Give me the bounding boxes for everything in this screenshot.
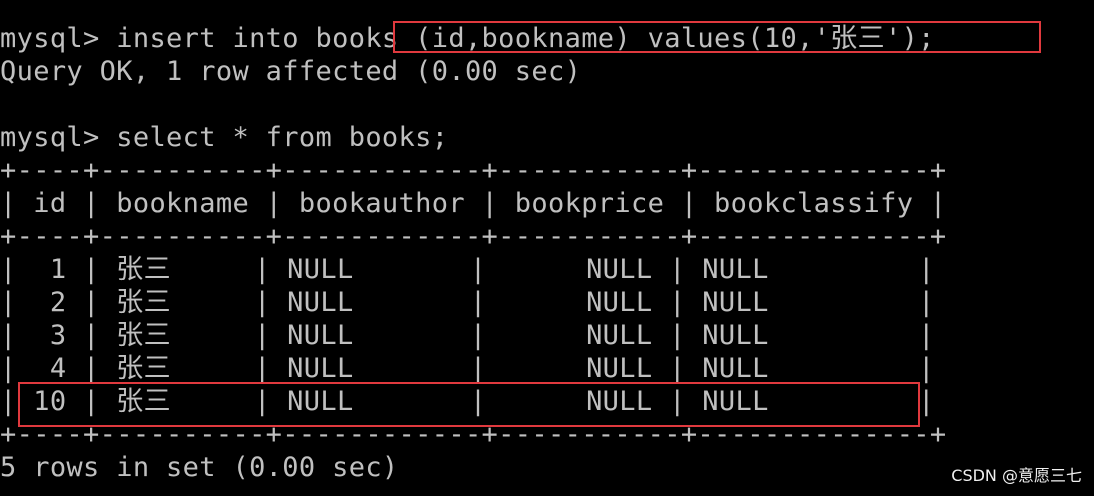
query-ok-line: Query OK, 1 row affected (0.00 sec) (0, 56, 582, 87)
table-border-top: +----+----------+------------+----------… (0, 155, 947, 186)
select-command-line: mysql> select * from books; (0, 122, 449, 153)
result-summary-line: 5 rows in set (0.00 sec) (0, 452, 399, 483)
new-row-highlight-box (18, 382, 920, 427)
table-row: | 2 | 张三 | NULL | NULL | NULL | (0, 287, 935, 318)
table-row: | 4 | 张三 | NULL | NULL | NULL | (0, 353, 935, 384)
table-header-row: | id | bookname | bookauthor | bookprice… (0, 188, 947, 219)
table-row: | 1 | 张三 | NULL | NULL | NULL | (0, 254, 935, 285)
table-border-middle: +----+----------+------------+----------… (0, 221, 947, 252)
table-row: | 3 | 张三 | NULL | NULL | NULL | (0, 320, 935, 351)
insert-values-highlight-box (393, 21, 1041, 53)
csdn-watermark: CSDN @意愿三七 (951, 466, 1082, 485)
